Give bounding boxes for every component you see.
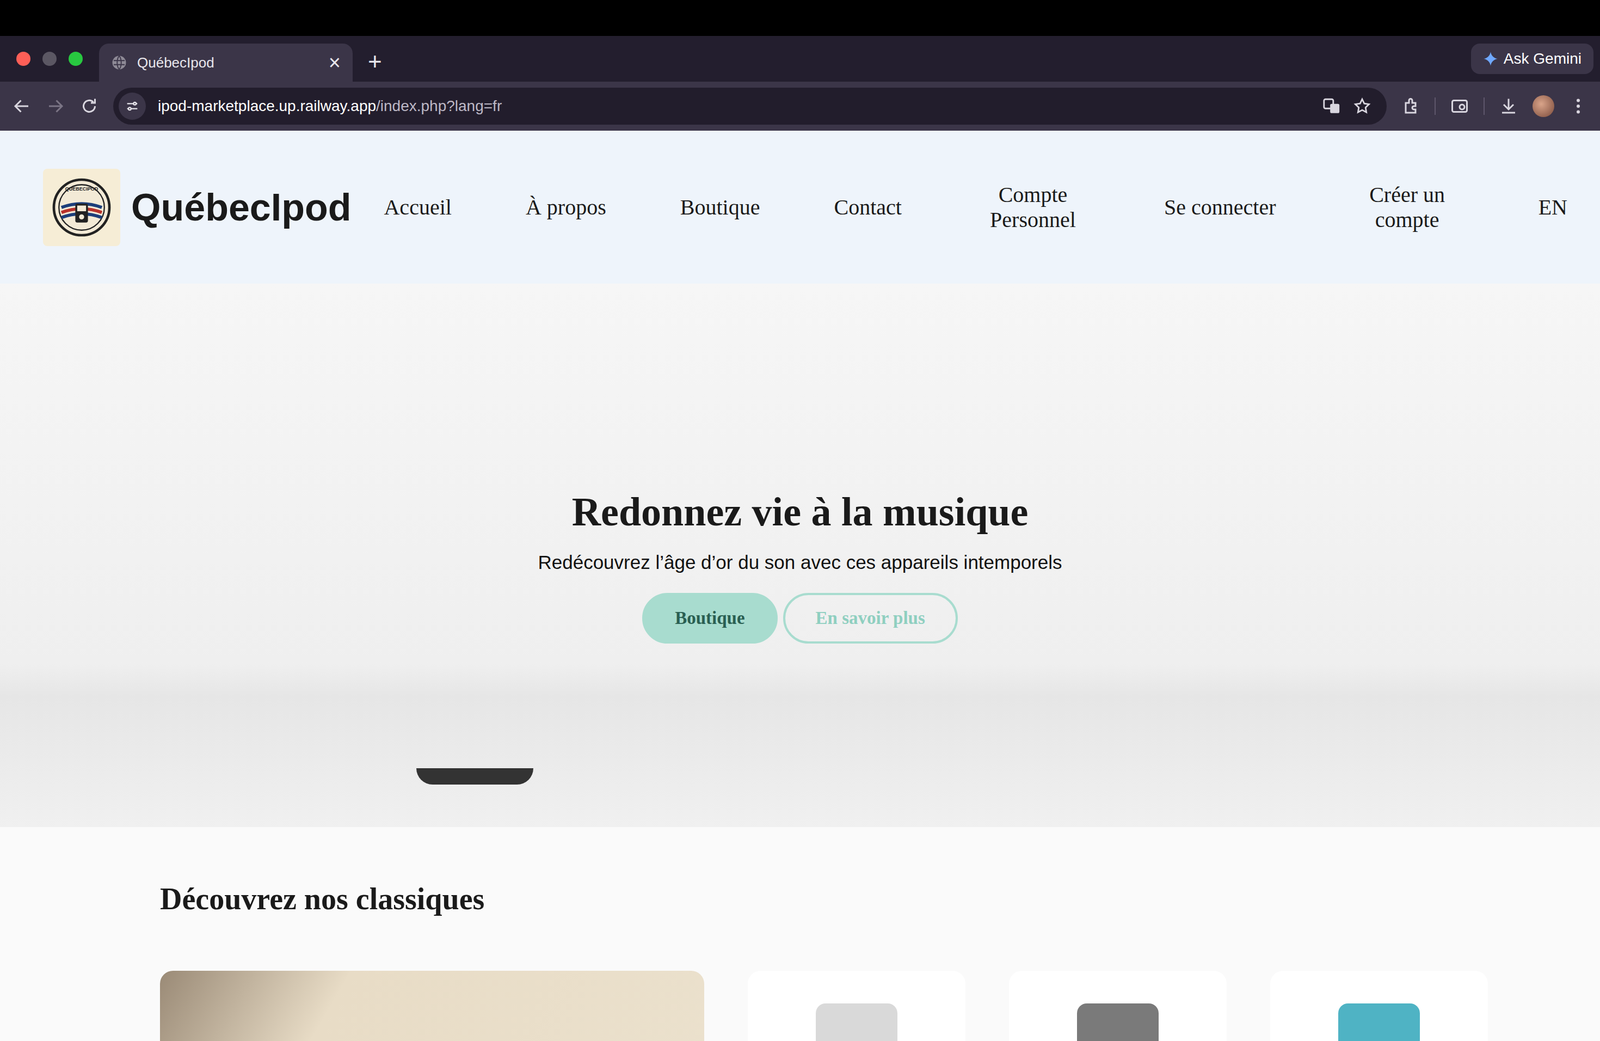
logo-text: QUÉBECIPOD bbox=[65, 186, 99, 192]
browser-tab[interactable]: QuébecIpod × bbox=[99, 43, 353, 82]
nav-link[interactable]: Contact bbox=[834, 194, 902, 220]
site-header: QUÉBECIPOD QuébecIpod Accueil À propos Bou… bbox=[0, 130, 1600, 284]
web-page: QUÉBECIPOD QuébecIpod Accueil À propos Bou… bbox=[0, 130, 1600, 1041]
tab-close-icon[interactable]: × bbox=[328, 52, 341, 73]
nav-link[interactable]: Boutique bbox=[680, 194, 761, 220]
minimize-dot-icon[interactable] bbox=[42, 51, 57, 66]
zoom-dot-icon[interactable] bbox=[68, 51, 83, 66]
nav-link[interactable]: Créer un compte bbox=[1350, 182, 1465, 233]
download-icon[interactable] bbox=[1498, 96, 1519, 116]
screen: QuébecIpod × + Ask Gemini ipod-marketpla… bbox=[0, 0, 1600, 1041]
profile-avatar-icon[interactable] bbox=[1532, 95, 1555, 118]
globe-icon bbox=[111, 54, 128, 71]
main-nav: Accueil À propos Boutique Contact Compte Per… bbox=[383, 182, 1568, 233]
address-bar[interactable]: ipod-marketplace.up.railway.app/index.ph… bbox=[113, 87, 1387, 125]
hero-buttons: BoutiqueEn savoir plus bbox=[642, 592, 958, 644]
product-card[interactable] bbox=[747, 970, 966, 1041]
product-card[interactable] bbox=[1270, 970, 1488, 1041]
language-switch[interactable]: EN bbox=[1538, 194, 1568, 220]
extensions-icon[interactable] bbox=[1400, 96, 1421, 116]
menu-icon[interactable] bbox=[1568, 96, 1589, 116]
classics-section: Découvrez nos classiques bbox=[0, 826, 1600, 1041]
boat-photo-detail bbox=[416, 767, 534, 785]
ipod-photo bbox=[1077, 1002, 1159, 1041]
new-tab-button[interactable]: + bbox=[352, 47, 398, 82]
tab-strip: QuébecIpod × + Ask Gemini bbox=[0, 35, 1600, 82]
menu-bar bbox=[0, 0, 1600, 36]
product-card[interactable] bbox=[1008, 970, 1227, 1041]
translate-icon[interactable] bbox=[1322, 96, 1341, 116]
url-text: ipod-marketplace.up.railway.app/index.ph… bbox=[157, 97, 502, 115]
hero-button[interactable]: Boutique bbox=[642, 592, 778, 644]
brand-name: QuébecIpod bbox=[131, 185, 352, 230]
brand[interactable]: QUÉBECIPOD QuébecIpod bbox=[42, 168, 352, 246]
hero-button[interactable]: En savoir plus bbox=[783, 592, 958, 644]
window-controls bbox=[0, 51, 100, 66]
hero-title: Redonnez vie à la musique bbox=[571, 488, 1029, 535]
browser-toolbar: ipod-marketplace.up.railway.app/index.ph… bbox=[0, 81, 1600, 131]
hero-subtitle: Redécouvrez l’âge d’or du son avec ces a… bbox=[537, 551, 1062, 574]
featured-card[interactable] bbox=[160, 970, 705, 1041]
hero: Redonnez vie à la musique Redécouvrez l’… bbox=[0, 283, 1600, 827]
reload-icon[interactable] bbox=[79, 96, 100, 116]
nav-link[interactable]: Compte Personnel bbox=[975, 182, 1091, 233]
forward-icon[interactable] bbox=[45, 96, 66, 116]
back-icon[interactable] bbox=[11, 96, 32, 116]
bookmark-star-icon[interactable] bbox=[1352, 96, 1372, 116]
logo[interactable]: QUÉBECIPOD bbox=[42, 168, 121, 246]
gemini-icon bbox=[1482, 51, 1499, 67]
nav-link[interactable]: Accueil bbox=[383, 194, 452, 220]
tab-title: QuébecIpod bbox=[137, 54, 319, 72]
section-title: Découvrez nos classiques bbox=[160, 881, 1440, 916]
site-info-icon[interactable] bbox=[118, 92, 146, 120]
nav-link[interactable]: Se connecter bbox=[1164, 194, 1276, 220]
logo-icon bbox=[50, 175, 114, 239]
ask-gemini-button[interactable]: Ask Gemini bbox=[1471, 43, 1594, 75]
ipod-photo bbox=[815, 1002, 898, 1041]
close-dot-icon[interactable] bbox=[16, 51, 31, 66]
reading-list-icon[interactable] bbox=[1449, 96, 1470, 116]
ipod-photo bbox=[1338, 1002, 1420, 1041]
nav-link[interactable]: À propos bbox=[525, 194, 607, 220]
product-cards bbox=[160, 970, 1600, 1041]
